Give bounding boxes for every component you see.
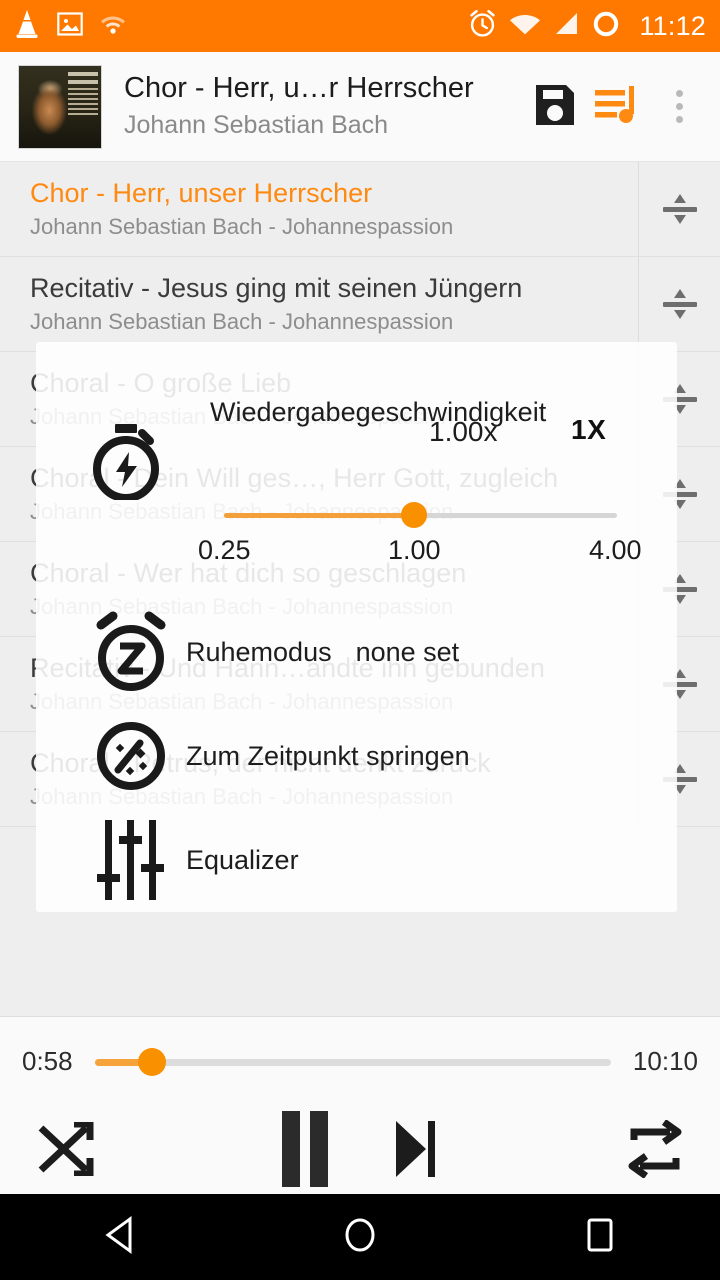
recents-nav-button[interactable] <box>540 1194 660 1280</box>
row-drag-handle[interactable] <box>638 256 720 352</box>
playback-speed-reset-button[interactable]: 1X <box>571 414 606 446</box>
home-nav-icon <box>341 1216 379 1259</box>
dialog-item-sleep-timer[interactable]: Ruhemodus none set <box>36 600 677 704</box>
pause-button[interactable] <box>250 1106 360 1194</box>
row-title: Chor - Herr, unser Herrscher <box>30 177 373 208</box>
status-bar-left-icons <box>14 9 126 44</box>
equalizer-icon <box>88 817 174 903</box>
dialog-item-jump-to-time[interactable]: Zum Zeitpunkt springen <box>36 704 677 808</box>
jump-to-time-icon <box>88 713 174 799</box>
header-track-meta: Chor - Herr, u…r Herrscher Johann Sebast… <box>102 71 528 142</box>
wifi-weak-icon <box>100 13 126 40</box>
speed-tick-max: 4.00 <box>589 535 642 565</box>
recents-nav-icon <box>583 1216 617 1259</box>
sleep-timer-icon <box>88 609 174 695</box>
playlist-queue-icon <box>593 82 641 131</box>
dialog-item-value: none set <box>355 636 460 667</box>
pause-icon <box>279 1110 331 1190</box>
elapsed-time: 0:58 <box>22 1046 73 1076</box>
wifi-icon <box>510 12 541 40</box>
playlist-row[interactable]: Recitativ - Jesus ging mit seinen Jünger… <box>0 256 720 352</box>
next-track-button[interactable] <box>360 1106 470 1194</box>
now-playing-header: Chor - Herr, u…r Herrscher Johann Sebast… <box>0 52 720 162</box>
album-art-text-block <box>68 71 98 118</box>
dialog-item-label: Equalizer <box>186 844 299 875</box>
header-track-artist: Johann Sebastian Bach <box>124 111 389 140</box>
playlist-queue-button[interactable] <box>590 75 644 139</box>
row-text: Recitativ - Jesus ging mit seinen Jünger… <box>30 273 638 336</box>
seek-track <box>94 1058 611 1066</box>
seek-slider[interactable] <box>94 1047 611 1076</box>
status-bar-right-icons: 11:12 <box>468 9 706 43</box>
album-art-thumbnail[interactable] <box>18 64 102 149</box>
status-bar: 11:12 <box>0 0 720 52</box>
vlc-cone-icon <box>14 9 40 44</box>
overflow-menu-button[interactable] <box>652 75 706 139</box>
playback-speed-slider[interactable] <box>224 502 617 528</box>
playback-speed-label: Wiedergabegeschwindigkeit <box>210 397 547 427</box>
status-bar-clock: 11:12 <box>639 10 706 41</box>
repeat-button[interactable] <box>590 1106 720 1194</box>
signal-icon <box>553 12 579 40</box>
playback-speed-value: 1.00x <box>429 416 498 447</box>
next-track-icon <box>392 1119 438 1182</box>
drag-handle-icon <box>662 189 697 229</box>
slider-thumb[interactable] <box>401 502 427 528</box>
playback-speed-icon <box>90 422 162 502</box>
speed-tick-mid: 1.00 <box>388 535 441 565</box>
back-nav-icon <box>103 1215 137 1259</box>
transport-controls <box>0 1106 720 1194</box>
dialog-item-equalizer[interactable]: Equalizer <box>36 808 677 912</box>
playlist-row[interactable]: Chor - Herr, unser Herrscher Johann Seba… <box>0 162 720 257</box>
row-subtitle: Johann Sebastian Bach - Johannespassion <box>30 309 454 335</box>
battery-icon <box>592 10 620 43</box>
overflow-menu-icon <box>675 90 683 123</box>
android-nav-bar <box>0 1194 720 1280</box>
repeat-icon <box>626 1118 684 1181</box>
speed-tick-min: 0.25 <box>198 535 251 565</box>
transport-spacer-left <box>130 1106 250 1194</box>
seek-bar-area: 0:58 10:10 <box>0 1016 720 1106</box>
drag-handle-icon <box>662 284 697 324</box>
home-nav-button[interactable] <box>300 1194 420 1280</box>
save-icon <box>533 82 577 131</box>
alarm-icon <box>468 9 497 43</box>
header-track-title: Chor - Herr, u…r Herrscher <box>124 72 474 105</box>
seek-thumb[interactable] <box>138 1047 167 1076</box>
app-root: 11:12 Chor - Herr, u…r Herrscher Johann … <box>0 0 720 1280</box>
row-drag-handle[interactable] <box>638 162 720 257</box>
dialog-item-label: Zum Zeitpunkt springen <box>186 740 470 771</box>
save-playlist-button[interactable] <box>528 75 582 139</box>
header-actions <box>528 75 706 139</box>
dialog-item-label: Ruhemodus <box>186 636 332 667</box>
slider-fill <box>224 513 414 518</box>
playback-speed-section: Wiedergabegeschwindigkeit 1.00x 1X 0.25 … <box>36 342 677 600</box>
row-subtitle: Johann Sebastian Bach - Johannespassion <box>30 214 454 240</box>
shuffle-icon <box>36 1120 94 1179</box>
row-title: Recitativ - Jesus ging mit seinen Jünger… <box>30 272 523 303</box>
screenshot-icon <box>57 11 83 42</box>
transport-spacer-right <box>470 1106 590 1194</box>
row-text: Chor - Herr, unser Herrscher Johann Seba… <box>30 178 638 241</box>
total-time: 10:10 <box>632 1046 698 1076</box>
shuffle-button[interactable] <box>0 1106 130 1194</box>
advanced-options-dialog[interactable]: Wiedergabegeschwindigkeit 1.00x 1X 0.25 … <box>36 342 677 912</box>
back-nav-button[interactable] <box>60 1194 180 1280</box>
